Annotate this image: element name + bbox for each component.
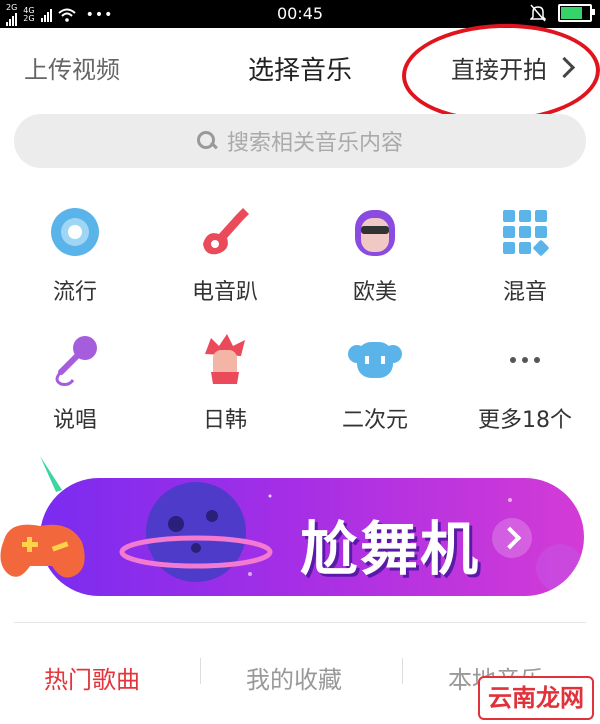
category-western[interactable]: 欧美 bbox=[300, 204, 450, 306]
category-jp-kr[interactable]: 日韩 bbox=[150, 332, 300, 434]
category-label: 日韩 bbox=[202, 408, 247, 433]
cloud-character-icon bbox=[347, 332, 403, 388]
planet-icon bbox=[119, 482, 273, 582]
category-label: 混音 bbox=[502, 280, 547, 305]
search-input[interactable]: 搜索相关音乐内容 bbox=[14, 114, 586, 168]
category-label: 欧美 bbox=[352, 280, 397, 305]
tab-hot-songs[interactable]: 热门歌曲 bbox=[44, 660, 140, 695]
microphone-icon bbox=[47, 332, 103, 388]
category-anime[interactable]: 二次元 bbox=[300, 332, 450, 434]
annotation-circle bbox=[400, 20, 600, 126]
tab-my-favorites[interactable]: 我的收藏 bbox=[246, 660, 342, 695]
woman-avatar-icon bbox=[347, 204, 403, 260]
banner-title: 尬舞机 bbox=[300, 515, 481, 583]
mute-bell-icon bbox=[530, 4, 546, 22]
tab-separator bbox=[200, 658, 201, 684]
category-label: 更多18个 bbox=[478, 408, 572, 433]
electric-guitar-icon bbox=[197, 204, 253, 260]
category-edm[interactable]: 电音趴 bbox=[150, 204, 300, 306]
header: 上传视频 选择音乐 直接开拍 bbox=[0, 20, 600, 126]
category-label: 流行 bbox=[52, 280, 97, 305]
battery-icon bbox=[558, 4, 595, 22]
more-dots-icon bbox=[497, 332, 553, 388]
section-divider bbox=[14, 622, 586, 623]
category-pop[interactable]: 流行 bbox=[0, 204, 150, 306]
category-remix[interactable]: 混音 bbox=[450, 204, 600, 306]
category-rap[interactable]: 说唱 bbox=[0, 332, 150, 434]
category-label: 说唱 bbox=[52, 408, 97, 433]
spark-icon bbox=[40, 456, 62, 492]
category-label: 二次元 bbox=[341, 408, 408, 433]
disc-icon bbox=[47, 204, 103, 260]
category-label: 电音趴 bbox=[191, 280, 258, 305]
grid-icon bbox=[497, 204, 553, 260]
tab-separator bbox=[402, 658, 403, 684]
anime-boy-icon bbox=[197, 332, 253, 388]
gamepad-icon bbox=[0, 524, 85, 578]
status-right bbox=[530, 4, 595, 22]
watermark-logo: 云南龙网 bbox=[478, 676, 594, 720]
banner-illustration bbox=[0, 456, 273, 582]
clock: 00:45 bbox=[276, 4, 324, 23]
search-placeholder: 搜索相关音乐内容 bbox=[226, 131, 403, 156]
search-icon bbox=[196, 131, 218, 151]
chevron-right-icon bbox=[492, 518, 532, 558]
category-more[interactable]: 更多18个 bbox=[450, 332, 600, 434]
